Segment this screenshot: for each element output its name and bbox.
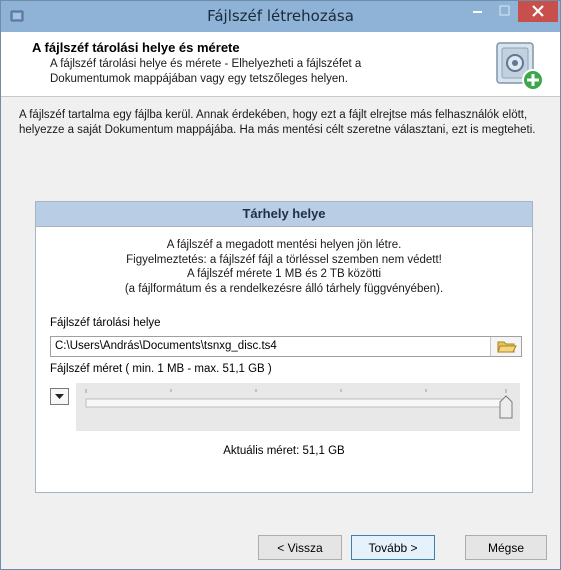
wizard-header: A fájlszéf tárolási helye és mérete A fá… [1, 32, 560, 97]
title-bar[interactable]: Fájlszéf létrehozása [1, 1, 560, 32]
location-value: C:\Users\András\Documents\tsnxg_disc.ts4 [55, 340, 277, 352]
location-label: Fájlszéf tárolási helye [50, 317, 161, 329]
close-button[interactable] [518, 1, 558, 22]
dialog-window: Fájlszéf létrehozása A fájlszéf tárolási… [0, 0, 561, 570]
back-button[interactable]: < Vissza [258, 535, 342, 560]
location-input[interactable]: C:\Users\András\Documents\tsnxg_disc.ts4 [50, 336, 522, 357]
close-icon [532, 5, 544, 17]
maximize-icon [499, 5, 510, 16]
info-line: Figyelmeztetés: a fájlszéf fájl a törlés… [126, 253, 442, 266]
intro-text: A fájlszéf tartalma egy fájlba kerül. An… [19, 109, 536, 136]
maximize-button[interactable] [491, 1, 518, 22]
size-label: Fájlszéf méret ( min. 1 MB - max. 51,1 G… [50, 363, 272, 375]
slider-thumb[interactable] [499, 395, 513, 419]
size-slider[interactable] [76, 383, 520, 431]
info-line: A fájlszéf a megadott mentési helyen jön… [166, 239, 402, 251]
info-line: (a fájlformátum és a rendelkezésre álló … [124, 282, 444, 295]
cancel-button[interactable]: Mégse [465, 535, 547, 560]
browse-button[interactable] [490, 337, 521, 356]
minimize-button[interactable] [464, 1, 491, 22]
info-text: A fájlszéf a megadott mentési helyen jön… [36, 238, 532, 296]
group-title: Tárhely helye [36, 202, 532, 227]
minimize-icon [473, 11, 482, 13]
header-subtitle: A fájlszéf tárolási helye és mérete - El… [50, 58, 362, 85]
next-button[interactable]: Tovább > [351, 535, 435, 560]
current-size: Aktuális méret: 51,1 GB [223, 445, 345, 457]
size-unit-dropdown[interactable] [50, 388, 69, 405]
info-line: A fájlszéf mérete 1 MB és 2 TB közötti [186, 268, 382, 280]
safe-icon [496, 42, 544, 91]
folder-icon [497, 341, 517, 353]
storage-location-group: Tárhely helye A fájlszéf a megadott ment… [35, 201, 533, 493]
header-title: A fájlszéf tárolási helye és mérete [32, 40, 240, 55]
slider-ticks [85, 389, 507, 408]
chevron-down-icon [55, 394, 64, 399]
